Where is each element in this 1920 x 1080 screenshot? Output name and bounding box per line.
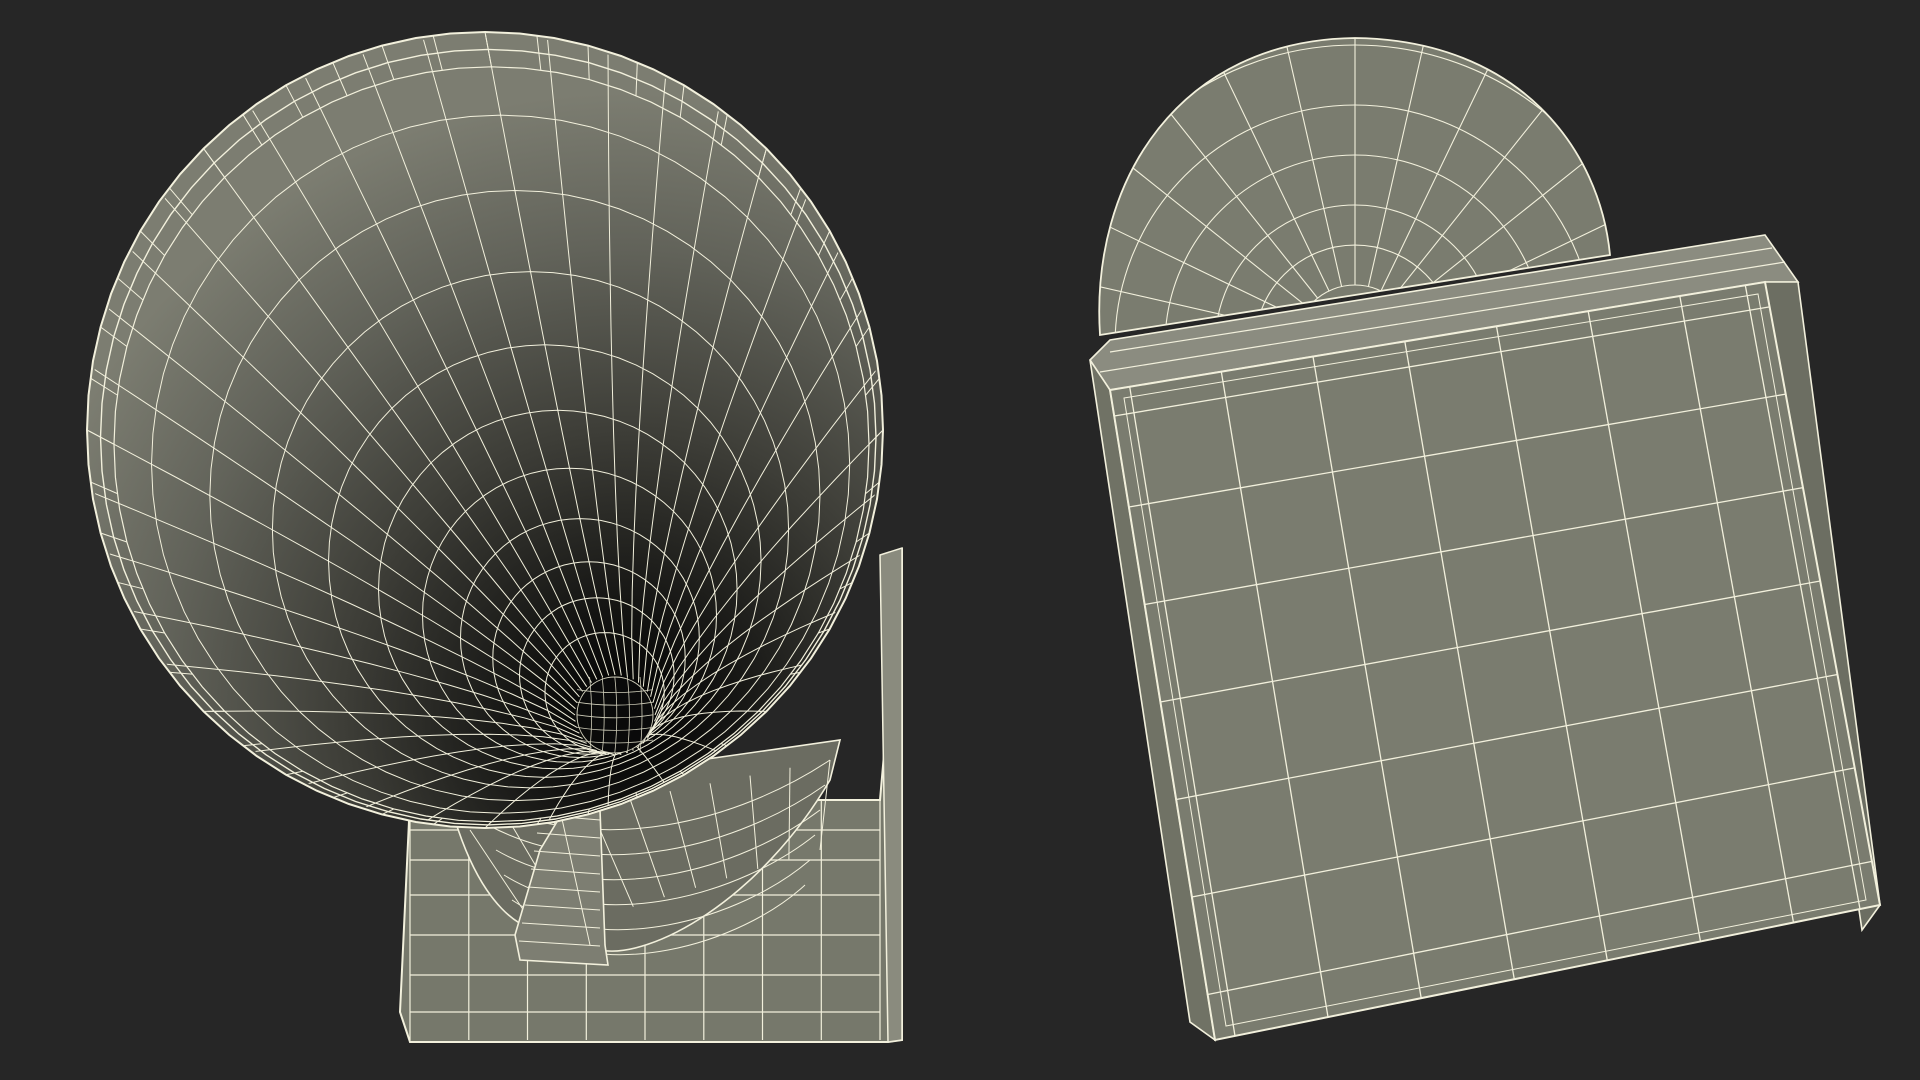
horn-bell <box>85 30 885 830</box>
box-top-face <box>1108 280 1882 1042</box>
gramophone-horn <box>85 30 903 1043</box>
gramophone-box <box>1088 37 1882 1042</box>
render-viewport <box>0 0 1920 1080</box>
wireframe-scene <box>85 30 1882 1043</box>
